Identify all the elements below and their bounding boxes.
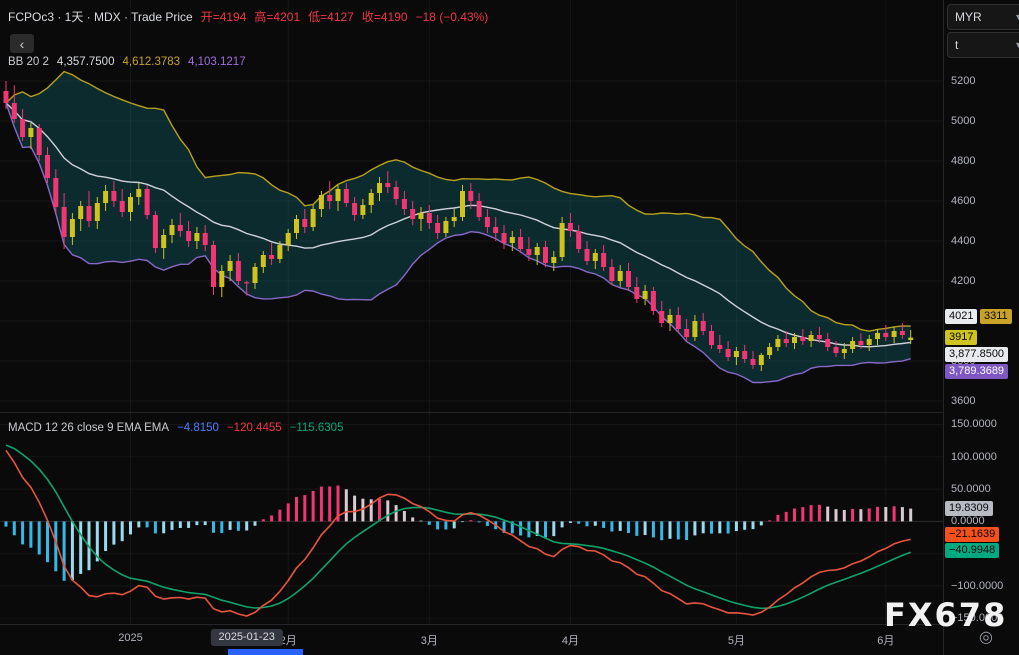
ohlc-change: −18 (−0.43%) xyxy=(416,10,489,24)
price-label-badge: 19.8309 xyxy=(945,501,993,516)
currency-label: MYR xyxy=(955,10,982,24)
unit-label: t xyxy=(955,38,958,52)
time-axis[interactable]: 2025-01-23 20252月3月4月5月6月 xyxy=(0,624,943,655)
crosshair-date-label: 2025-01-23 xyxy=(211,629,283,646)
price-label-badge: 3,789.3689 xyxy=(945,364,1008,379)
ohlc-open: 开=4194 xyxy=(201,8,247,25)
macd-signal-line xyxy=(6,445,911,608)
ohlc-close: 收=4190 xyxy=(362,8,408,25)
time-axis-label: 3月 xyxy=(421,632,438,648)
back-button[interactable]: ‹ xyxy=(10,34,34,53)
axis-tick-label: −100.0000 xyxy=(951,580,1003,592)
price-label-badge: 3311 xyxy=(980,309,1012,324)
bb-title: BB 20 2 xyxy=(8,56,49,68)
time-axis-label: 4月 xyxy=(562,632,579,648)
macd-pane[interactable] xyxy=(0,413,943,624)
macd-line xyxy=(6,450,911,616)
price-label-badge: 3,877.8500 xyxy=(945,347,1008,362)
macd-indicator-legend[interactable]: MACD 12 26 close 9 EMA EMA −4.8150 −120.… xyxy=(8,422,343,434)
macd-histogram xyxy=(5,486,913,581)
axis-tick-label: 4600 xyxy=(951,195,975,207)
ohlc-low: 低=4127 xyxy=(308,8,354,25)
price-label-badge: 4021 xyxy=(945,309,977,324)
bb-upper-value: 4,612.3783 xyxy=(122,56,180,68)
macd-line-value: −120.4455 xyxy=(227,422,282,434)
bb-lower-value: 4,103.1217 xyxy=(188,56,246,68)
macd-hist-value: −4.8150 xyxy=(177,422,219,434)
pane-separator[interactable] xyxy=(0,412,943,413)
time-axis-label: 5月 xyxy=(728,632,745,648)
price-scale-axis[interactable]: MYR ▾ t ▾ 520050004800460044004200400038… xyxy=(943,0,1019,655)
unit-dropdown[interactable]: t ▾ xyxy=(947,32,1019,58)
macd-signal-value: −115.6305 xyxy=(290,422,344,434)
back-arrow-icon: ‹ xyxy=(20,36,25,52)
time-axis-label: 6月 xyxy=(877,632,894,648)
axis-tick-label: 50.0000 xyxy=(951,483,991,495)
time-axis-label: 2025 xyxy=(118,632,142,644)
price-label-badge: −40.9948 xyxy=(945,543,999,558)
axis-tick-label: 5200 xyxy=(951,75,975,87)
macd-title: MACD 12 26 close 9 EMA EMA xyxy=(8,422,169,434)
axis-tick-label: 4800 xyxy=(951,155,975,167)
bb-basis-value: 4,357.7500 xyxy=(57,56,115,68)
price-label-badge: −21.1639 xyxy=(945,527,999,542)
symbol-title[interactable]: FCPOc3 · 1天 · MDX · Trade Price xyxy=(8,8,193,25)
bb-fill xyxy=(6,72,911,383)
axis-tick-label: 3600 xyxy=(951,395,975,407)
currency-dropdown[interactable]: MYR ▾ xyxy=(947,4,1019,30)
trading-chart-app: FCPOc3 · 1天 · MDX · Trade Price 开=4194 高… xyxy=(0,0,1019,655)
axis-tick-label: 4400 xyxy=(951,235,975,247)
axis-tick-label: 0.0000 xyxy=(951,515,985,527)
ohlc-high: 高=4201 xyxy=(254,8,300,25)
bb-indicator-legend[interactable]: BB 20 2 4,357.7500 4,612.3783 4,103.1217 xyxy=(8,56,246,68)
axis-tick-label: 100.0000 xyxy=(951,451,997,463)
crosshair-target-icon[interactable]: ◎ xyxy=(977,629,995,647)
symbol-header: FCPOc3 · 1天 · MDX · Trade Price 开=4194 高… xyxy=(8,8,488,25)
axis-tick-label: 4200 xyxy=(951,275,975,287)
price-label-badge: 3917 xyxy=(945,330,977,345)
scroll-position-bar[interactable] xyxy=(228,649,303,655)
axis-tick-label: 5000 xyxy=(951,115,975,127)
axis-tick-label: 150.0000 xyxy=(951,418,997,430)
